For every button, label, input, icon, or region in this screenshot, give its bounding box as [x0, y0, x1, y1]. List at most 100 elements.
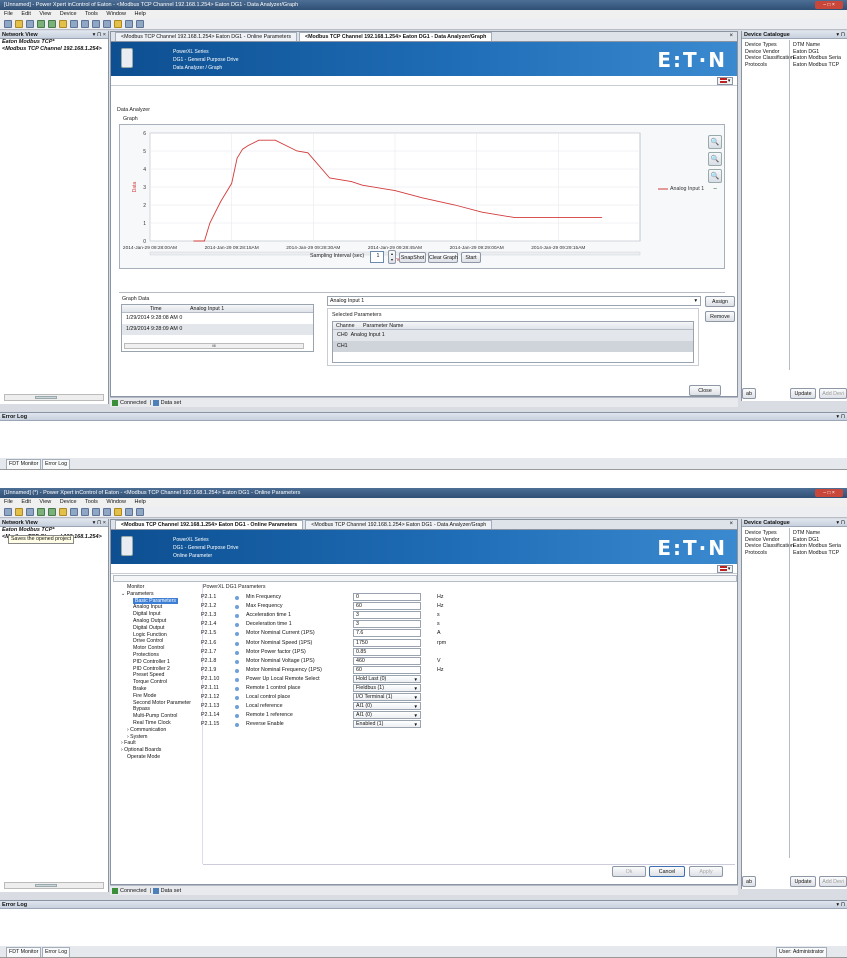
tree-channel-node[interactable]: <Modbus TCP Channel 192.168.1.254>	[0, 46, 108, 53]
tree-item[interactable]: Multi-Pump Control	[127, 713, 202, 720]
dtm-item[interactable]: Eaton Modbus Seria	[793, 55, 841, 62]
list-item[interactable]: CH1	[333, 341, 693, 352]
clear-graph-button[interactable]: Clear Graph	[428, 252, 458, 263]
new-project-icon[interactable]	[4, 20, 12, 28]
menu-device[interactable]: Device	[60, 499, 77, 505]
network-view-scrollbar[interactable]	[4, 882, 104, 889]
chevron-down-icon[interactable]: ▼	[414, 712, 418, 718]
parameter-input[interactable]: 1750	[353, 638, 421, 647]
filter-protocols[interactable]: Protocols	[745, 550, 794, 557]
parameter-input[interactable]: 3	[353, 611, 421, 620]
tree-item[interactable]: PID Controller 1	[127, 659, 202, 666]
connect-icon[interactable]	[59, 20, 67, 28]
tab-error-log[interactable]: Error Log	[42, 947, 71, 957]
chevron-down-icon[interactable]: ▼	[414, 694, 418, 700]
table-row[interactable]: 1/29/2014 9:28:09 AM 0	[122, 324, 313, 335]
tree-item[interactable]: Fire Mode	[127, 693, 202, 700]
upload-icon[interactable]	[103, 20, 111, 28]
tree-item[interactable]: ⌄ Parameters	[121, 591, 202, 598]
dtm-item[interactable]: Eaton Modbus TCP	[793, 550, 841, 557]
graph-data-scrollbar[interactable]: III	[124, 343, 304, 349]
menu-view[interactable]: View	[39, 11, 51, 17]
save-project-icon[interactable]	[26, 20, 34, 28]
update-button[interactable]: Update	[790, 876, 816, 887]
tab-data-analyzer[interactable]: <Modbus TCP Channel 192.168.1.254> Eaton…	[305, 520, 493, 529]
network-view-scrollbar[interactable]	[4, 394, 104, 401]
parameter-select[interactable]: AI1 (0) ▼	[353, 711, 421, 720]
tree-item[interactable]: Monitor	[127, 584, 202, 591]
zoom-icon[interactable]: 🔍	[708, 135, 722, 149]
upload-icon[interactable]	[103, 508, 111, 516]
tab-online-parameters[interactable]: <Modbus TCP Channel 192.168.1.254> Eaton…	[115, 520, 304, 529]
search-bar[interactable]	[113, 575, 737, 582]
data-set-status[interactable]: Data set	[161, 888, 181, 894]
parameter-icon[interactable]	[92, 20, 100, 28]
dtm-item[interactable]: Eaton Modbus TCP	[793, 62, 841, 69]
tree-item[interactable]: Digital Input	[127, 611, 202, 618]
network-icon[interactable]	[37, 20, 45, 28]
tree-item[interactable]: › Fault	[121, 740, 202, 747]
compare-icon[interactable]	[125, 508, 133, 516]
panel-pin-icon[interactable]: ▾ ⊓	[836, 901, 845, 908]
window-controls[interactable]: – □ ×	[815, 489, 843, 497]
tab-data-analyzer[interactable]: <Modbus TCP Channel 192.168.1.254> Eaton…	[299, 32, 493, 41]
open-project-icon[interactable]	[15, 508, 23, 516]
open-project-icon[interactable]	[15, 20, 23, 28]
parameter-input[interactable]: 60	[353, 665, 421, 674]
device-icon[interactable]	[70, 508, 78, 516]
parameter-select[interactable]: AI1 (0) ▼	[353, 702, 421, 711]
language-flag-icon[interactable]: ▾	[717, 77, 733, 85]
close-button[interactable]: Close	[689, 385, 721, 396]
catalogue-splitter[interactable]	[789, 40, 790, 370]
network-scan-icon[interactable]	[48, 20, 56, 28]
about-button[interactable]: ab	[742, 388, 756, 399]
filter-device-classification[interactable]: Device Classification	[745, 55, 794, 62]
tree-item[interactable]: Second Motor Parameter	[127, 700, 202, 707]
scroll-thumb[interactable]	[35, 884, 57, 887]
tree-item[interactable]: Logic Function	[127, 632, 202, 639]
tab-fdt-monitor[interactable]: FDT Monitor	[6, 459, 42, 469]
language-flag-icon[interactable]: ▾	[717, 565, 733, 573]
tab-error-log[interactable]: Error Log	[42, 459, 71, 469]
tree-item[interactable]: Brake	[127, 686, 202, 693]
tree-item[interactable]: Preset Speed	[127, 672, 202, 679]
chevron-down-icon[interactable]: ▼	[414, 676, 418, 682]
menu-window[interactable]: Window	[106, 499, 126, 505]
download-icon[interactable]	[114, 20, 122, 28]
filter-device-classification[interactable]: Device Classification	[745, 543, 794, 550]
parameter-input[interactable]: 460	[353, 656, 421, 665]
network-icon[interactable]	[37, 508, 45, 516]
save-project-icon[interactable]	[26, 508, 34, 516]
menu-device[interactable]: Device	[60, 11, 77, 17]
zoom-in-icon[interactable]: 🔍+	[708, 152, 722, 176]
tree-item[interactable]: Motor Control	[127, 645, 202, 652]
parameter-input[interactable]: 0.85	[353, 647, 421, 656]
tree-item[interactable]: Real Time Clock	[127, 720, 202, 727]
parameter-input[interactable]: 7.6	[353, 629, 421, 638]
properties-icon[interactable]	[136, 508, 144, 516]
tree-item[interactable]: Drive Control	[127, 638, 202, 645]
parameter-select[interactable]: Fieldbus (1) ▼	[353, 684, 421, 692]
sampling-stepper[interactable]: ▴ ▾	[388, 250, 396, 264]
new-project-icon[interactable]	[4, 508, 12, 516]
tree-item[interactable]: Analog Output	[127, 618, 202, 625]
close-tab-icon[interactable]: ×	[729, 521, 733, 527]
chevron-down-icon[interactable]: ▾	[694, 297, 697, 305]
panel-pin-icon[interactable]: ▾ ⊓ ×	[93, 31, 106, 38]
tree-root-node[interactable]: Eaton Modbus TCP*	[0, 39, 108, 46]
tree-item[interactable]: › System	[127, 734, 202, 741]
about-button[interactable]: ab	[742, 876, 756, 887]
add-device-button[interactable]: Add Devi	[819, 388, 847, 399]
menu-file[interactable]: File	[4, 11, 13, 17]
connect-icon[interactable]	[59, 508, 67, 516]
tree-item[interactable]: Operate Mode	[127, 754, 202, 761]
parameter-select[interactable]: I/O Terminal (1) ▼	[353, 693, 421, 702]
zoom-out-icon[interactable]: 🔍−	[708, 169, 722, 193]
panel-pin-icon[interactable]: ▾ ⊓	[836, 413, 845, 420]
compare-icon[interactable]	[125, 20, 133, 28]
parameter-input[interactable]: 0	[353, 593, 421, 601]
tree-item[interactable]: Analog Input	[127, 604, 202, 611]
remove-button[interactable]: Remove	[705, 311, 735, 322]
ok-button[interactable]: Ok	[612, 866, 646, 877]
close-tab-icon[interactable]: ×	[729, 33, 733, 39]
